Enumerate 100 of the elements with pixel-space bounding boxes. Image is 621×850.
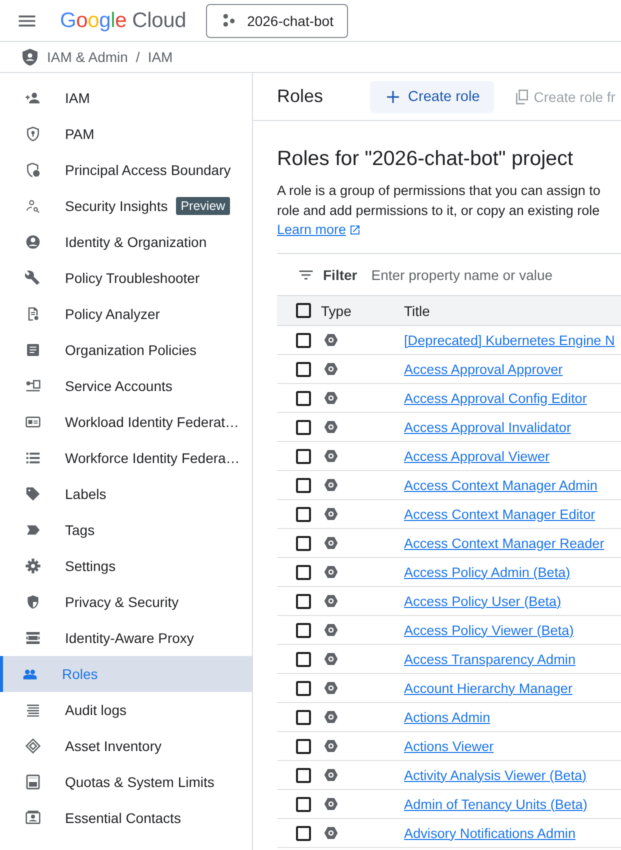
row-checkbox[interactable] xyxy=(296,826,311,840)
role-title-link[interactable]: Access Approval Config Editor xyxy=(404,390,587,406)
row-checkbox[interactable] xyxy=(296,710,311,724)
row-checkbox[interactable] xyxy=(296,420,311,434)
column-header[interactable]: Title xyxy=(404,302,430,318)
role-title-link[interactable]: [Deprecated] Kubernetes Engine N xyxy=(404,332,615,348)
gauge-box-icon xyxy=(25,774,41,790)
sidebar-item[interactable]: Organization Policies xyxy=(0,332,252,368)
toolbar-title: Roles xyxy=(277,86,324,107)
row-checkbox[interactable] xyxy=(296,390,311,406)
copy-icon xyxy=(514,88,530,104)
sidebar-item[interactable]: Identity & Organization xyxy=(0,224,252,260)
hexagon-icon xyxy=(323,709,339,725)
row-checkbox[interactable] xyxy=(296,564,311,580)
hexagon-icon xyxy=(323,825,339,841)
breadcrumb-separator: / xyxy=(136,49,140,65)
row-checkbox[interactable] xyxy=(296,536,311,550)
key-card-icon xyxy=(25,378,41,394)
row-checkbox[interactable] xyxy=(296,652,311,666)
shield-icon xyxy=(25,594,41,610)
row-checkbox[interactable] xyxy=(296,622,311,638)
row-checkbox[interactable] xyxy=(296,332,311,348)
select-all-checkbox[interactable] xyxy=(296,303,311,318)
sidebar-item[interactable]: Workload Identity Federat… xyxy=(0,404,252,440)
hexagon-icon xyxy=(323,651,339,667)
shield-person-icon xyxy=(21,47,39,67)
description-text: A role is a group of permissions that you can assign to xyxy=(277,182,602,200)
sidebar-item[interactable]: Service Accounts xyxy=(0,368,252,404)
role-title-link[interactable]: Access Policy Viewer (Beta) xyxy=(404,622,574,638)
sidebar-item[interactable]: Asset Inventory xyxy=(0,728,252,764)
sidebar-item[interactable]: Tags xyxy=(0,512,252,548)
filter-label: Filter xyxy=(323,266,358,282)
sidebar-item[interactable]: Labels xyxy=(0,476,252,512)
role-title-link[interactable]: Activity Analysis Viewer (Beta) xyxy=(404,768,587,782)
role-title-link[interactable]: Actions Viewer xyxy=(404,738,494,754)
sidebar-item[interactable]: PAM xyxy=(0,116,252,152)
role-title-link[interactable]: Access Context Manager Reader xyxy=(404,536,604,550)
project-dots-icon xyxy=(221,12,238,28)
sidebar-item[interactable]: Audit logs xyxy=(0,692,252,728)
row-checkbox[interactable] xyxy=(296,448,311,464)
breadcrumb-link[interactable]: IAM xyxy=(148,49,173,65)
shield-icon xyxy=(25,126,41,142)
project-picker[interactable]: 2026-chat-bot xyxy=(206,4,348,38)
sidebar-item[interactable]: Privacy & Security xyxy=(0,584,252,620)
column-header[interactable]: Type xyxy=(321,302,352,318)
hexagon-icon xyxy=(323,390,339,406)
sidebar-item[interactable]: Security Insights Preview xyxy=(0,188,252,224)
role-title-link[interactable]: Actions Admin xyxy=(404,710,490,724)
role-title-link[interactable]: Access Transparency Admin xyxy=(404,652,576,666)
hexagon-icon xyxy=(323,419,339,435)
sidebar-item[interactable]: Policy Troubleshooter xyxy=(0,260,252,296)
id-card-icon xyxy=(25,414,41,430)
page-heading: Roles for "2026-chat-bot" project xyxy=(277,147,574,171)
sidebar-item[interactable]: Identity-Aware Proxy xyxy=(0,620,252,656)
role-title-link[interactable]: Account Hierarchy Manager xyxy=(404,680,572,696)
role-title-link[interactable]: Access Policy User (Beta) xyxy=(404,594,562,608)
learn-more-link[interactable]: Learn more xyxy=(277,222,362,237)
lines-icon xyxy=(25,702,41,718)
role-title-link[interactable]: Access Context Manager Editor xyxy=(404,506,596,522)
person-search-icon xyxy=(25,198,41,214)
row-checkbox[interactable] xyxy=(296,796,311,812)
row-checkbox[interactable] xyxy=(296,594,311,608)
proxy-icon xyxy=(25,630,41,646)
role-title-link[interactable]: Access Context Manager Admin xyxy=(404,478,598,492)
external-link-icon xyxy=(349,224,362,236)
account-circle-icon xyxy=(25,234,41,250)
create-role-button[interactable]: Create role xyxy=(370,80,494,112)
diamond-icon xyxy=(25,738,41,754)
sidebar-item[interactable]: Essential Contacts xyxy=(0,800,252,836)
hexagon-icon xyxy=(323,796,339,812)
sidebar-item[interactable]: IAM xyxy=(0,80,252,116)
role-title-link[interactable]: Access Policy Admin (Beta) xyxy=(404,564,570,580)
row-checkbox[interactable] xyxy=(296,680,311,696)
document-icon xyxy=(25,342,41,358)
sidebar-item[interactable]: Quotas & System Limits xyxy=(0,764,252,800)
hexagon-icon xyxy=(323,593,339,609)
sidebar-item[interactable]: Roles xyxy=(0,656,252,692)
contact-card-icon xyxy=(25,810,41,826)
sidebar-item[interactable]: Workforce Identity Federa… xyxy=(0,440,252,476)
person-add-icon xyxy=(25,90,41,106)
row-checkbox[interactable] xyxy=(296,362,311,376)
row-checkbox[interactable] xyxy=(296,738,311,754)
row-checkbox[interactable] xyxy=(296,506,311,522)
preview-badge: Preview xyxy=(176,197,230,215)
role-title-link[interactable]: Access Approval Approver xyxy=(404,362,563,376)
wrench-icon xyxy=(25,270,41,286)
sidebar-item[interactable]: Principal Access Boundary xyxy=(0,152,252,188)
role-title-link[interactable]: Access Approval Invalidator xyxy=(404,420,571,434)
sidebar-item[interactable]: Settings xyxy=(0,548,252,584)
role-title-link[interactable]: Access Approval Viewer xyxy=(404,448,550,464)
role-title-link[interactable]: Advisory Notifications Admin xyxy=(404,826,576,840)
hexagon-icon xyxy=(323,767,339,783)
row-checkbox[interactable] xyxy=(296,478,311,492)
role-title-link[interactable]: Admin of Tenancy Units (Beta) xyxy=(404,796,588,812)
google-cloud-logo[interactable]: Google Cloud xyxy=(60,8,186,32)
breadcrumb-link[interactable]: IAM & Admin xyxy=(47,49,128,65)
sidebar-item[interactable]: Policy Analyzer xyxy=(0,296,252,332)
hexagon-icon xyxy=(323,564,339,580)
hexagon-icon xyxy=(323,506,339,522)
row-checkbox[interactable] xyxy=(296,768,311,782)
